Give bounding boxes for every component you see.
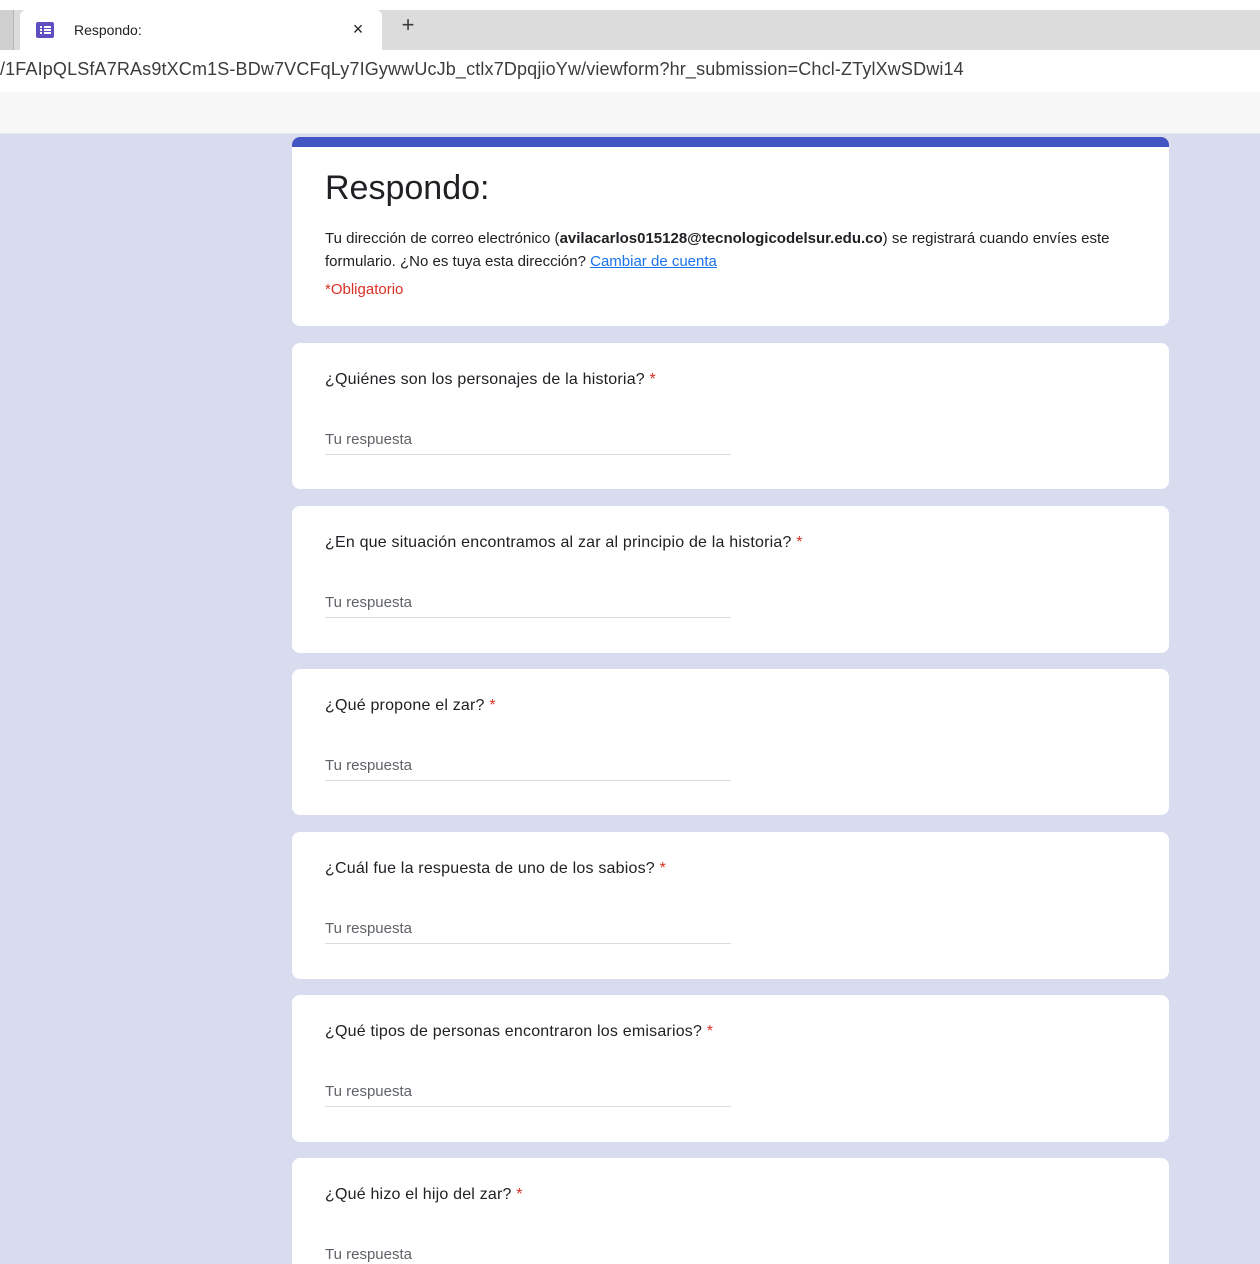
required-note: *Obligatorio [325, 281, 404, 298]
active-tab[interactable]: Respondo: × [20, 10, 382, 50]
respondent-email: avilacarlos015128@tecnologicodelsur.edu.… [559, 230, 883, 247]
question-card: ¿Cuál fue la respuesta de uno de los sab… [292, 832, 1169, 979]
question-label: ¿En que situación encontramos al zar al … [325, 534, 803, 552]
question-text: ¿Quiénes son los personajes de la histor… [325, 371, 645, 388]
question-text: ¿Cuál fue la respuesta de uno de los sab… [325, 860, 655, 877]
form-description-prefix: Tu dirección de correo electrónico ( [325, 230, 560, 247]
form-header-card: Respondo: Tu dirección de correo electró… [292, 137, 1169, 326]
question-label: ¿Qué tipos de personas encontraron los e… [325, 1023, 713, 1041]
form-description: Tu dirección de correo electrónico (avil… [325, 227, 1135, 273]
tab-strip: Respondo: × + [0, 0, 1260, 50]
question-card: ¿Qué propone el zar? * [292, 669, 1169, 815]
answer-input[interactable] [325, 914, 731, 944]
page-viewport: Respondo: Tu dirección de correo electró… [0, 134, 1260, 1264]
bookmarks-bar [0, 92, 1260, 134]
question-text: ¿Qué tipos de personas encontraron los e… [325, 1023, 703, 1040]
required-star: * [649, 371, 656, 388]
required-star: * [706, 1023, 714, 1040]
question-text: ¿Qué propone el zar? [325, 697, 485, 714]
question-card: ¿Qué hizo el hijo del zar? * [292, 1158, 1169, 1264]
answer-input[interactable] [325, 425, 731, 455]
answer-input[interactable] [325, 1240, 731, 1264]
required-star: * [659, 860, 666, 877]
tab-title: Respondo: [74, 22, 142, 38]
switch-account-link[interactable]: Cambiar de cuenta [590, 253, 717, 270]
url-text[interactable]: /1FAIpQLSfA7RAs9tXCm1S-BDw7VCFqLy7IGywwU… [0, 59, 964, 80]
question-card: ¿En que situación encontramos al zar al … [292, 506, 1169, 653]
question-label: ¿Qué propone el zar? * [325, 697, 496, 715]
answer-input[interactable] [325, 588, 731, 618]
required-star: * [489, 697, 496, 714]
question-card: ¿Qué tipos de personas encontraron los e… [292, 995, 1169, 1142]
question-text: ¿En que situación encontramos al zar al … [325, 534, 792, 551]
forms-list-icon [36, 22, 54, 38]
question-text: ¿Qué hizo el hijo del zar? [325, 1186, 512, 1203]
form-title: Respondo: [325, 169, 490, 207]
answer-input[interactable] [325, 1077, 731, 1107]
tab-strip-top [0, 0, 1260, 10]
previous-tab-edge[interactable] [0, 10, 14, 50]
question-card: ¿Quiénes son los personajes de la histor… [292, 343, 1169, 489]
question-label: ¿Cuál fue la respuesta de uno de los sab… [325, 860, 666, 878]
close-tab-icon[interactable]: × [348, 19, 368, 39]
new-tab-plus-icon[interactable]: + [396, 14, 420, 38]
question-label: ¿Qué hizo el hijo del zar? * [325, 1186, 523, 1204]
required-star: * [796, 534, 803, 551]
browser-window: Respondo: × + /1FAIpQLSfA7RAs9tXCm1S-BDw… [0, 0, 1260, 1264]
answer-input[interactable] [325, 751, 731, 781]
question-label: ¿Quiénes son los personajes de la histor… [325, 371, 656, 389]
address-bar[interactable]: /1FAIpQLSfA7RAs9tXCm1S-BDw7VCFqLy7IGywwU… [0, 50, 1260, 92]
required-star: * [516, 1186, 523, 1203]
